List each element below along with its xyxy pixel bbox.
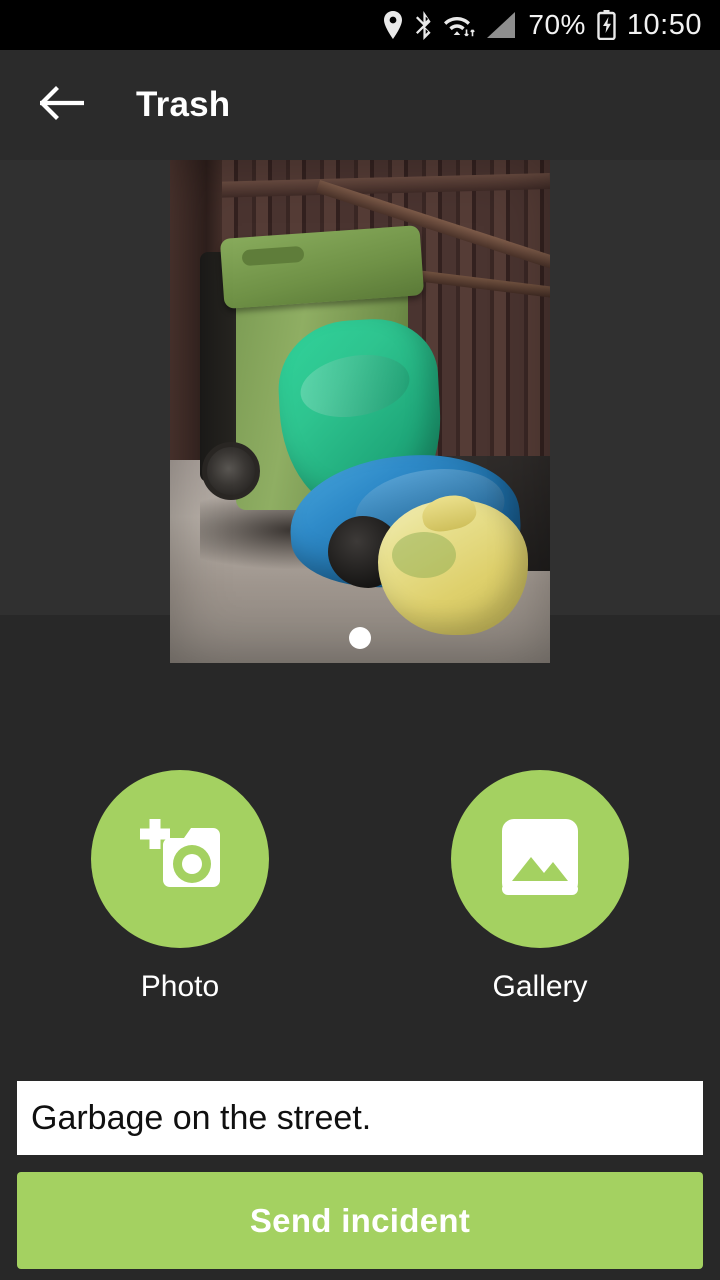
battery-percent-label: 70%: [528, 9, 586, 40]
photo-button[interactable]: Photo: [50, 770, 310, 1004]
page-title: Trash: [136, 85, 231, 124]
gallery-button[interactable]: Gallery: [410, 770, 670, 1004]
incident-photo[interactable]: [170, 160, 550, 663]
back-button[interactable]: [26, 68, 100, 142]
app-bar: Trash: [0, 50, 720, 160]
description-input[interactable]: [17, 1081, 703, 1155]
photo-actions: Photo Gallery: [0, 770, 720, 1003]
app-screen: 70% 10:50 Trash Photo Gallery Garbage on…: [0, 0, 720, 1280]
gallery-button-label: Gallery: [492, 970, 588, 1003]
battery-charging-icon: [597, 10, 616, 40]
photo-button-circle[interactable]: [91, 770, 269, 948]
add-a-photo-icon: [132, 816, 228, 903]
back-arrow-icon: [39, 85, 86, 125]
gallery-button-circle[interactable]: [451, 770, 629, 948]
location-pin-icon: [383, 11, 403, 39]
wifi-icon: [444, 11, 476, 39]
photo-vignette: [170, 160, 550, 663]
status-bar: 70% 10:50: [0, 0, 720, 50]
carousel-page-indicator[interactable]: [349, 627, 371, 649]
send-incident-button[interactable]: Send incident: [17, 1172, 703, 1269]
photo-button-label: Photo: [140, 970, 220, 1003]
signal-icon: [487, 12, 517, 38]
photo-carousel[interactable]: [0, 160, 720, 663]
gallery-image-icon: [500, 817, 580, 902]
bluetooth-icon: [414, 10, 433, 40]
status-bar-clock: 10:50: [626, 8, 702, 41]
